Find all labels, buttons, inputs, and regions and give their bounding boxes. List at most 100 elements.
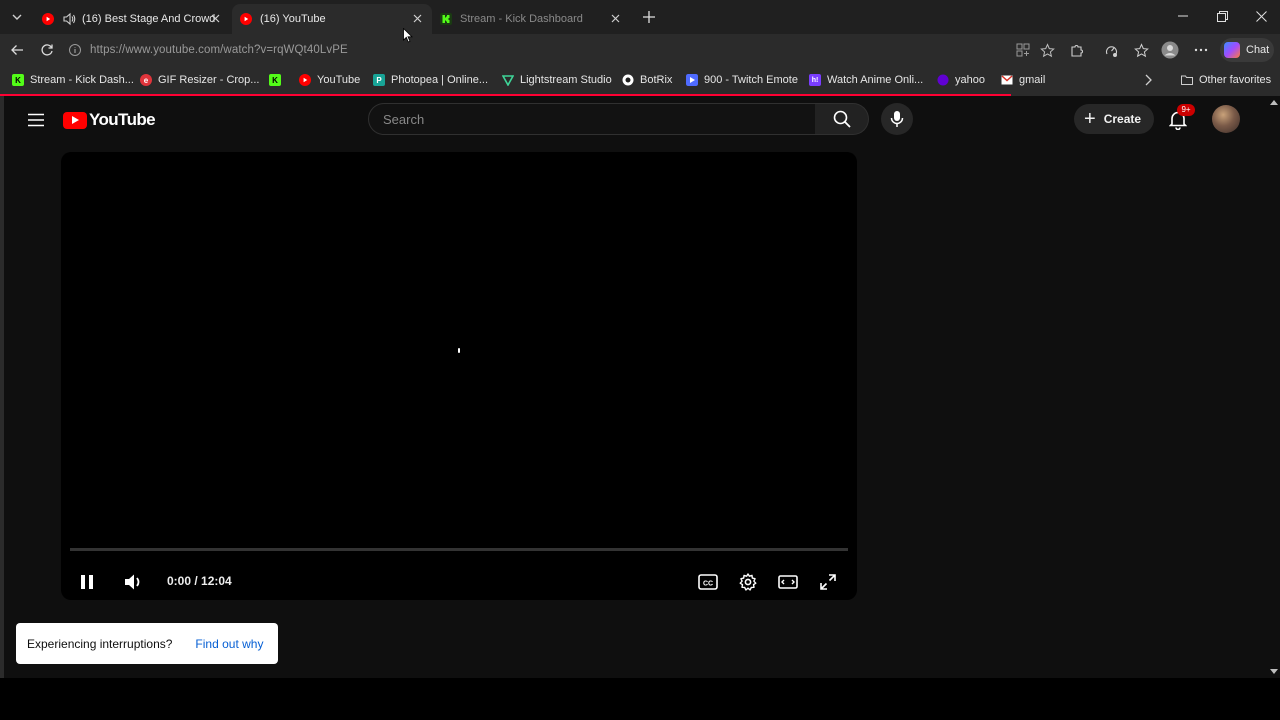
bookmark-item[interactable]: 900 - Twitch Emote [686, 73, 798, 87]
bookmark-item[interactable]: YouTube [299, 73, 360, 87]
youtube-logo[interactable]: YouTube [63, 108, 156, 132]
back-button[interactable] [5, 38, 29, 62]
performance-icon [1105, 45, 1117, 57]
close-window-button[interactable] [1241, 0, 1280, 32]
minimize-button[interactable] [1163, 0, 1203, 32]
browser-toolbar: https://www.youtube.com/watch?v=rqWQt40L… [0, 34, 1280, 66]
search-input[interactable] [368, 103, 816, 135]
account-avatar[interactable] [1212, 105, 1240, 133]
theater-mode-button[interactable] [770, 564, 806, 600]
gif-icon: e [140, 74, 152, 86]
page-scrollbar[interactable] [1268, 96, 1280, 678]
bookmark-item[interactable]: yahoo [937, 73, 985, 87]
favorites-button[interactable] [1132, 41, 1150, 59]
mute-button[interactable] [116, 564, 152, 600]
tab-best-stage[interactable]: (16) Best Stage And Crowd Re [34, 4, 230, 34]
youtube-play-logo-icon [63, 111, 87, 129]
create-button[interactable]: + Create [1074, 104, 1154, 134]
search-button[interactable] [815, 103, 869, 135]
bookmark-label: gmail [1019, 74, 1046, 86]
progress-bar[interactable] [70, 548, 848, 551]
mouse-cursor-icon [403, 28, 413, 43]
pause-button[interactable] [69, 564, 105, 600]
url-text[interactable]: https://www.youtube.com/watch?v=rqWQt40L… [90, 44, 348, 56]
site-info-icon[interactable] [68, 43, 82, 57]
scroll-up-arrow-icon[interactable] [1270, 99, 1278, 107]
bookmark-item[interactable]: gmail [1001, 73, 1045, 87]
tab-youtube-active[interactable]: (16) YouTube [232, 4, 432, 34]
bookmarks-bar: K Stream - Kick Dash... e GIF Resizer - … [0, 66, 1280, 94]
guide-menu-button[interactable] [24, 108, 48, 132]
youtube-icon [299, 74, 311, 86]
browser-essentials-button[interactable] [1102, 41, 1120, 59]
tab-title: Stream - Kick Dashboard [460, 13, 583, 25]
bookmark-label: Watch Anime Onli... [827, 74, 924, 86]
youtube-page: YouTube + Create 9+ [4, 96, 1280, 678]
video-player[interactable]: 0:00 / 12:04 CC [61, 152, 857, 600]
bookmark-item[interactable]: K Stream - Kick Dash... [12, 73, 134, 87]
close-tab-icon[interactable] [410, 11, 424, 25]
chevron-right-icon [1145, 74, 1152, 86]
kick-icon: K [12, 74, 24, 86]
bookmark-item[interactable]: P Photopea | Online... [373, 73, 488, 87]
volume-icon [125, 574, 140, 590]
apps-grid-icon [1016, 43, 1030, 57]
find-out-why-link[interactable]: Find out why [195, 637, 263, 651]
tab-actions-menu-button[interactable] [6, 6, 28, 28]
profile-button[interactable] [1161, 41, 1179, 59]
youtube-icon [42, 13, 54, 25]
tab-kick-dashboard[interactable]: Stream - Kick Dashboard [432, 4, 630, 34]
close-tab-icon[interactable] [208, 11, 222, 25]
more-bookmarks-button[interactable] [1143, 73, 1153, 87]
bookmark-label: Stream - Kick Dash... [30, 74, 134, 86]
fullscreen-button[interactable] [810, 564, 846, 600]
anime-icon: h! [809, 74, 821, 86]
screen: (16) Best Stage And Crowd Re (16) YouTub… [0, 0, 1280, 720]
extensions-button[interactable] [1068, 41, 1086, 59]
other-favorites-folder[interactable]: Other favorites [1181, 73, 1271, 87]
bookmark-item[interactable]: K [269, 73, 287, 87]
puzzle-icon [1071, 45, 1083, 57]
bookmark-item[interactable]: Lightstream Studio [502, 73, 612, 87]
add-favorite-button[interactable] [1038, 41, 1056, 59]
voice-search-button[interactable] [881, 103, 913, 135]
search-icon [833, 110, 851, 128]
plus-icon [643, 11, 655, 23]
pause-icon [81, 575, 93, 589]
photopea-icon: P [373, 74, 385, 86]
speaker-icon[interactable] [62, 12, 76, 26]
time-display: 0:00 / 12:04 [167, 574, 232, 588]
gmail-icon [1001, 75, 1013, 85]
profile-icon [1161, 41, 1179, 59]
scroll-down-arrow-icon[interactable] [1270, 667, 1278, 675]
settings-button[interactable] [730, 564, 766, 600]
bookmark-item[interactable]: BotRix [622, 73, 672, 87]
refresh-icon [41, 44, 53, 56]
bookmark-label: YouTube [317, 74, 361, 86]
bookmark-label: 900 - Twitch Emote [704, 74, 798, 86]
toast-message: Experiencing interruptions? [27, 636, 173, 651]
star-icon [1039, 42, 1055, 57]
notification-count-badge: 9+ [1177, 104, 1195, 116]
minimize-icon [1178, 15, 1188, 17]
bookmark-item[interactable]: h! Watch Anime Onli... [809, 73, 923, 87]
restore-button[interactable] [1202, 0, 1242, 32]
bookmark-label: Lightstream Studio [520, 74, 612, 86]
youtube-wordmark: YouTube [89, 110, 156, 129]
fullscreen-icon [820, 574, 836, 590]
close-icon [1255, 10, 1267, 22]
close-tab-icon[interactable] [608, 11, 622, 25]
app-available-button[interactable] [1014, 41, 1032, 59]
settings-more-button[interactable] [1192, 41, 1210, 59]
subtitles-button[interactable]: CC [690, 564, 726, 600]
copilot-label: Chat [1246, 44, 1270, 56]
yahoo-icon [937, 74, 949, 86]
more-horizontal-icon [1194, 48, 1208, 52]
create-label: Create [1103, 112, 1142, 126]
copilot-chat-button[interactable]: Chat [1220, 38, 1274, 62]
refresh-button[interactable] [35, 38, 59, 62]
new-tab-button[interactable] [638, 6, 660, 28]
tab-title: (16) Best Stage And Crowd Re [82, 13, 218, 25]
interruptions-toast: Experiencing interruptions? Find out why [16, 623, 278, 664]
bookmark-item[interactable]: e GIF Resizer - Crop... [140, 73, 259, 87]
